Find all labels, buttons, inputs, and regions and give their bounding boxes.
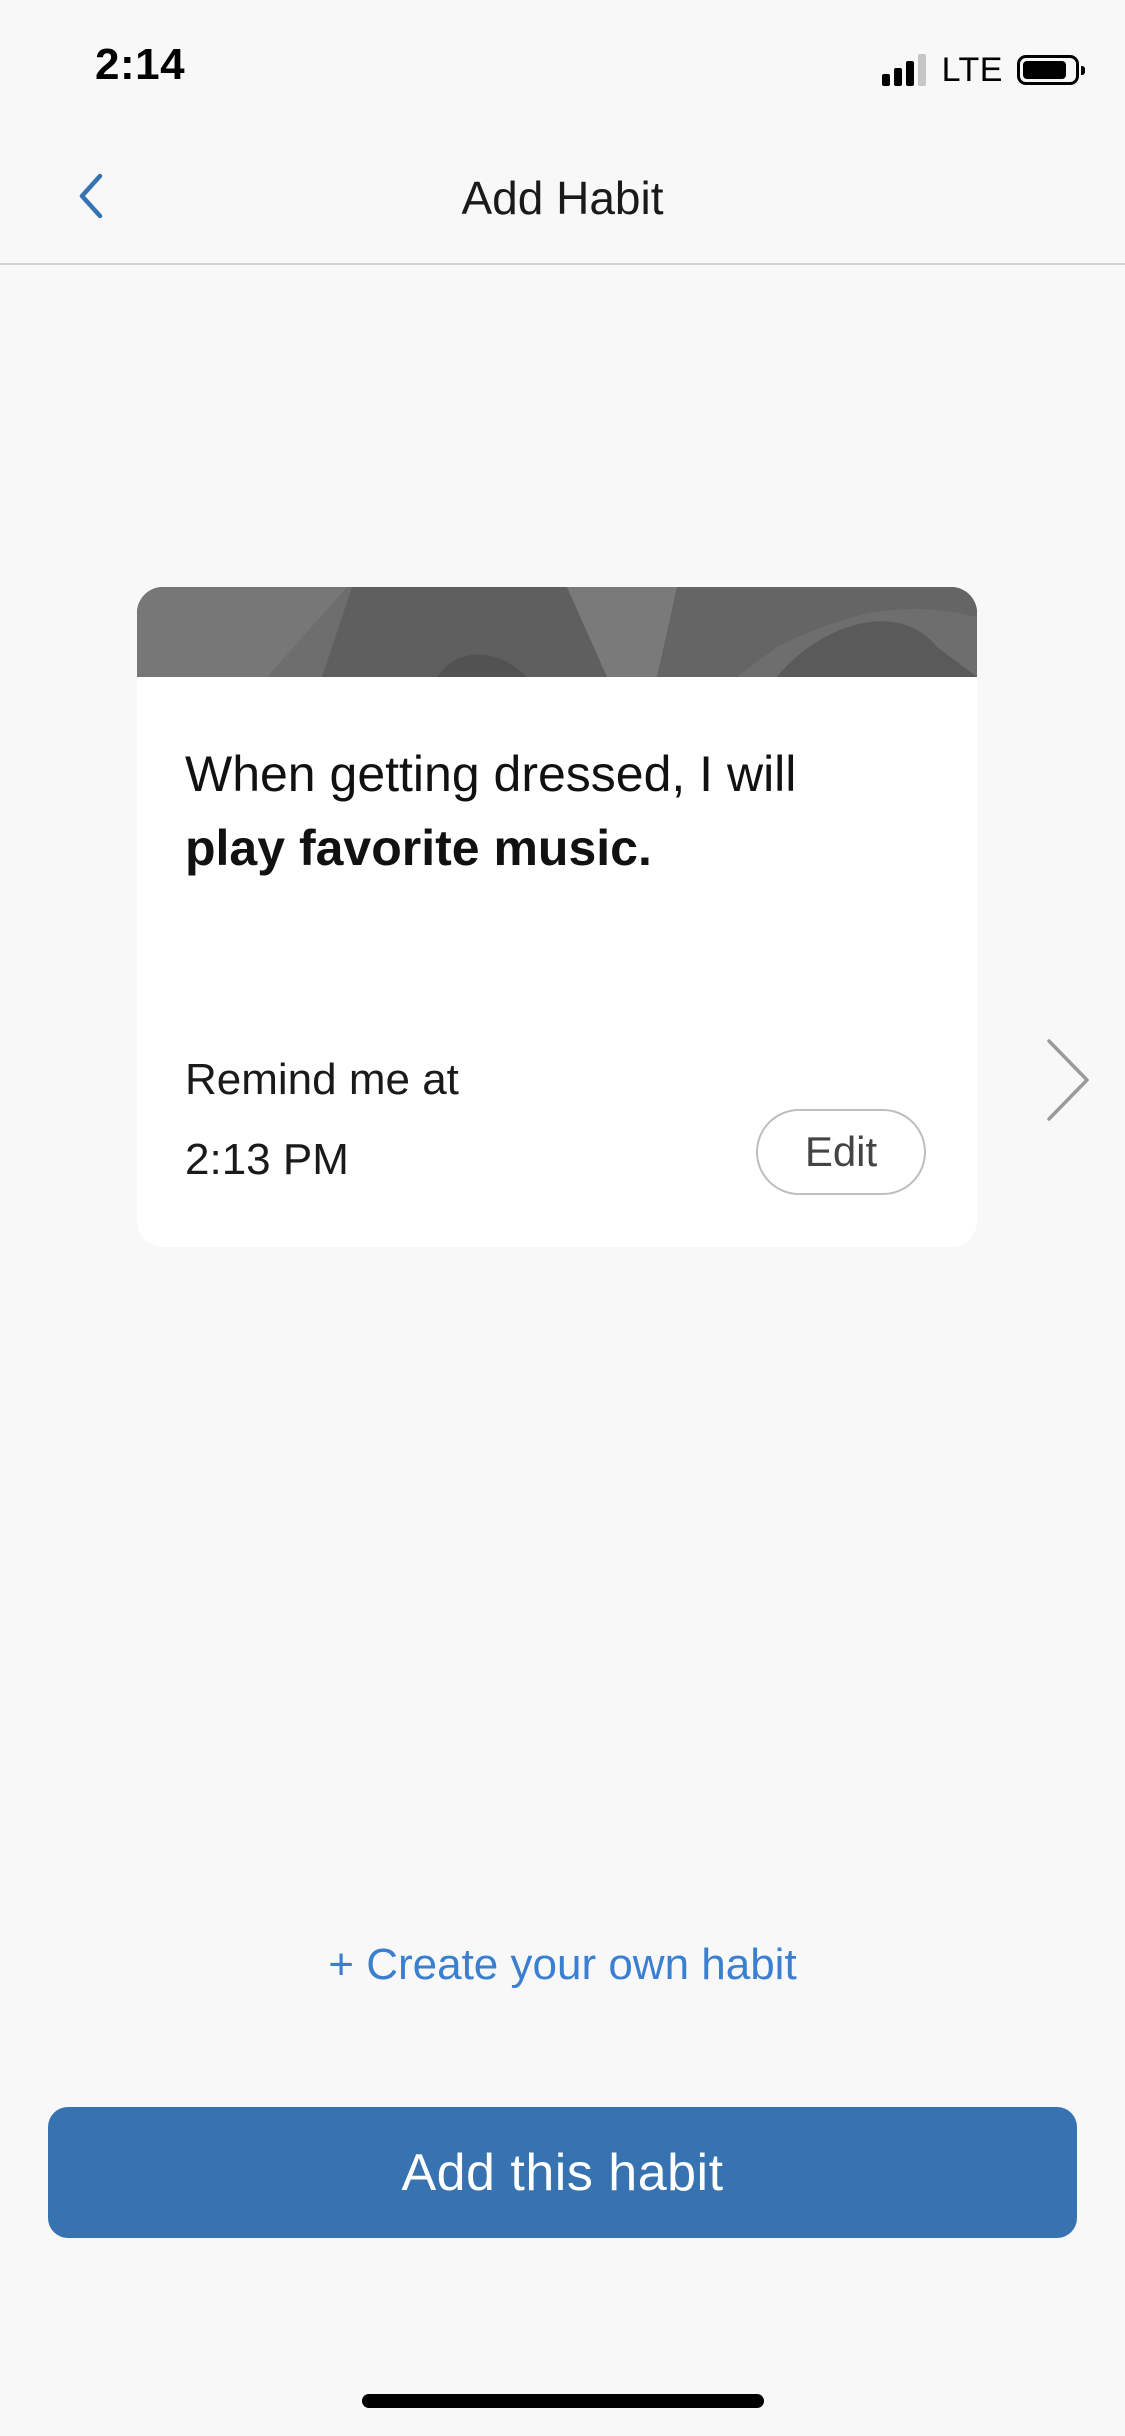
status-bar: 2:14 LTE	[0, 0, 1125, 135]
chevron-right-icon	[1047, 1039, 1089, 1121]
page-title: Add Habit	[461, 172, 664, 224]
habit-action-text: play favorite music.	[185, 820, 652, 876]
signal-strength-icon	[881, 54, 930, 86]
create-own-habit-link[interactable]: + Create your own habit	[0, 1940, 1125, 1990]
network-type-label: LTE	[941, 50, 1003, 89]
edit-reminder-button[interactable]: Edit	[756, 1109, 926, 1195]
habit-trigger-text: When getting dressed, I will	[185, 746, 797, 802]
reminder-label: Remind me at	[185, 1055, 459, 1104]
status-time: 2:14	[95, 40, 186, 89]
card-banner-image	[137, 587, 977, 677]
habit-description: When getting dressed, I will play favori…	[185, 737, 945, 885]
battery-icon	[1017, 55, 1085, 85]
add-habit-button[interactable]: Add this habit	[48, 2107, 1077, 2238]
navigation-bar: Add Habit	[0, 135, 1125, 265]
next-habit-button[interactable]	[1038, 1035, 1098, 1125]
status-indicators: LTE	[881, 50, 1085, 90]
habit-card: When getting dressed, I will play favori…	[137, 587, 977, 1247]
home-indicator[interactable]	[362, 2394, 764, 2408]
reminder-time: 2:13 PM	[185, 1135, 349, 1184]
